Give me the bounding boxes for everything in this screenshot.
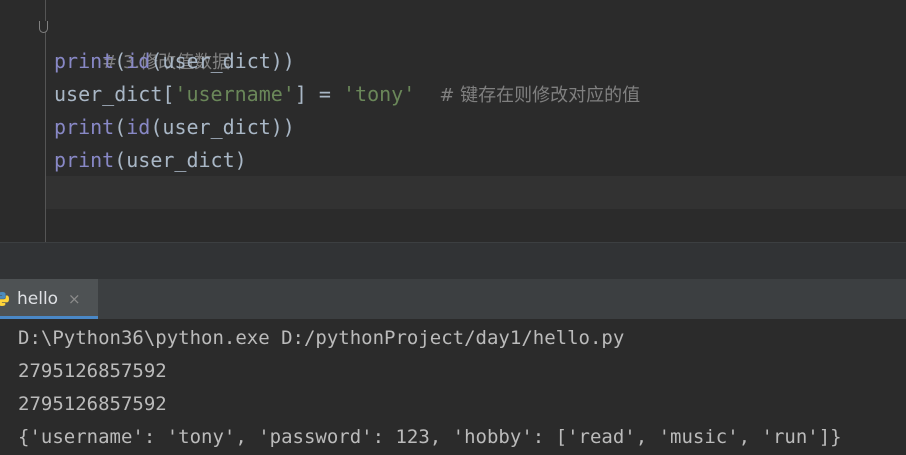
- code-editor[interactable]: # 3.修改值数据 print(id(user_dict)) user_dict…: [0, 0, 906, 242]
- console-line: {'username': 'tony', 'password': 123, 'h…: [18, 426, 842, 448]
- code-line-2: print(id(user_dict)): [54, 45, 295, 78]
- run-tab-hello[interactable]: hello ×: [0, 279, 98, 319]
- console-line: 2795126857592: [18, 360, 167, 382]
- fold-marker-icon[interactable]: [39, 21, 48, 33]
- console-line: 2795126857592: [18, 393, 167, 415]
- gutter-divider: [45, 0, 46, 242]
- dict-access: user_dict[: [54, 82, 175, 106]
- current-line-highlight: [46, 176, 906, 209]
- argument: (user_dict): [114, 148, 247, 172]
- code-line-1: # 3.修改值数据: [54, 12, 230, 73]
- code-line-4: print(id(user_dict)): [54, 111, 295, 144]
- print-call: print: [54, 49, 115, 73]
- close-icon[interactable]: ×: [68, 279, 81, 319]
- assignment: ] =: [294, 82, 344, 106]
- console-line: D:\Python36\python.exe D:/pythonProject/…: [18, 327, 625, 349]
- python-icon: [0, 292, 9, 306]
- tab-label: hello: [17, 289, 59, 309]
- argument: (user_dict)): [150, 115, 295, 139]
- run-console-output[interactable]: D:\Python36\python.exe D:/pythonProject/…: [0, 319, 906, 455]
- key-string: 'username': [174, 82, 295, 106]
- code-line-5: print(user_dict): [54, 144, 247, 177]
- print-call: print: [54, 115, 115, 139]
- panel-splitter[interactable]: [0, 242, 906, 279]
- paren: (: [114, 49, 127, 73]
- argument: (user_dict)): [150, 49, 295, 73]
- id-call: id: [126, 115, 151, 139]
- value-string: 'tony': [343, 82, 416, 106]
- code-line-3: user_dict['username'] = 'tony' # 键存在则修改对…: [54, 78, 640, 111]
- paren: (: [114, 115, 127, 139]
- inline-comment: # 键存在则修改对应的值: [439, 85, 641, 106]
- id-call: id: [126, 49, 151, 73]
- run-tab-bar: hello ×: [0, 279, 906, 319]
- print-call: print: [54, 148, 115, 172]
